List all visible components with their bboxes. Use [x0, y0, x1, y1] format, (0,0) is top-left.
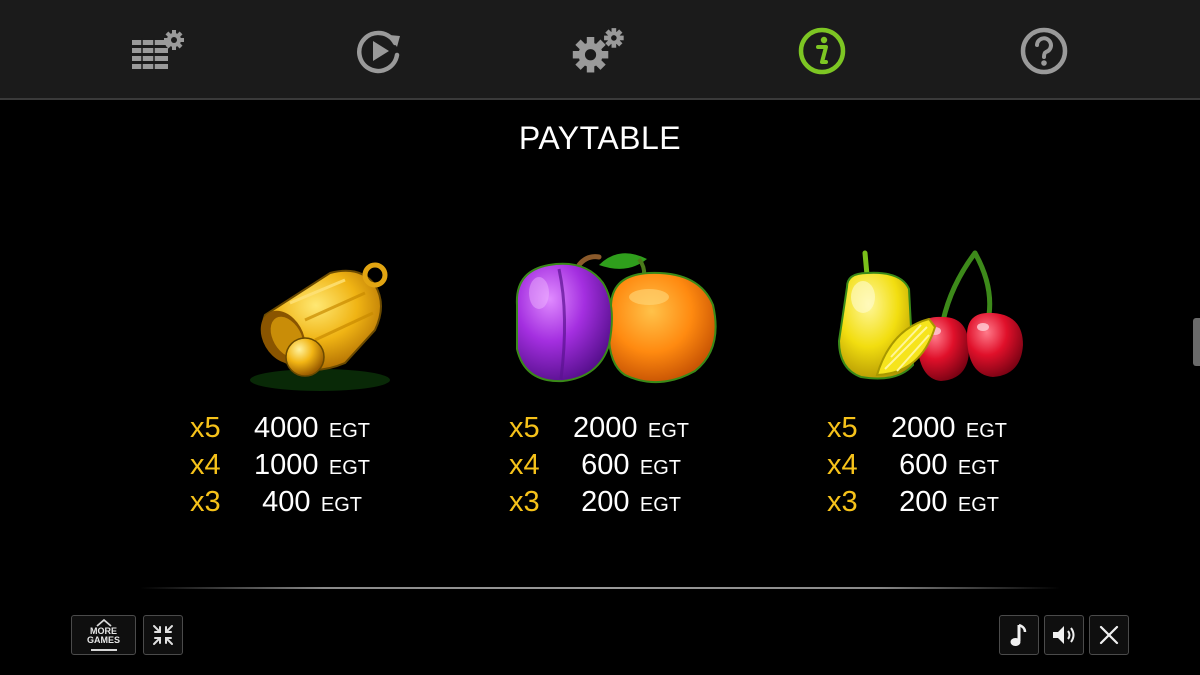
payout-list: x5 2000 EGT x4 600 EGT x3 200 EGT	[827, 410, 1087, 521]
currency-label: EGT	[639, 457, 682, 479]
payout-row: x3 400 EGT	[190, 484, 450, 521]
bet-settings-icon	[132, 30, 184, 70]
payout-row: x3 200 EGT	[509, 484, 769, 521]
payout-amount: 4000	[253, 412, 319, 444]
more-games-button[interactable]: MORE GAMES	[71, 615, 136, 655]
multiplier: x4	[190, 449, 221, 481]
bell-icon	[250, 262, 390, 391]
symbol-image	[484, 245, 744, 395]
payout-row: x5 4000 EGT	[190, 410, 450, 447]
multiplier: x3	[190, 486, 221, 518]
bet-settings-button[interactable]	[130, 24, 186, 78]
payout-row: x4 1000 EGT	[190, 447, 450, 484]
settings-button[interactable]	[570, 24, 626, 78]
payout-row: x3 200 EGT	[827, 484, 1087, 521]
payout-amount: 200	[581, 486, 630, 518]
paytable-entry-plum-orange: x5 2000 EGT x4 600 EGT x3 200 EGT	[509, 245, 769, 535]
sound-icon	[1053, 626, 1075, 644]
top-nav-bar	[0, 0, 1200, 100]
multiplier: x4	[509, 449, 540, 481]
currency-label: EGT	[639, 494, 682, 516]
symbol-image	[190, 245, 450, 395]
currency-label: EGT	[957, 494, 1000, 516]
plum-orange-icon	[515, 253, 717, 384]
multiplier: x5	[509, 412, 540, 444]
payout-row: x5 2000 EGT	[827, 410, 1087, 447]
payout-list: x5 2000 EGT x4 600 EGT x3 200 EGT	[509, 410, 769, 521]
payout-amount: 600	[899, 449, 948, 481]
payout-amount: 2000	[890, 412, 956, 444]
payout-row: x4 600 EGT	[827, 447, 1087, 484]
help-button[interactable]	[1016, 24, 1072, 78]
close-button[interactable]	[1089, 615, 1129, 655]
payout-amount: 2000	[572, 412, 638, 444]
page-title: PAYTABLE	[518, 120, 682, 156]
currency-label: EGT	[647, 420, 690, 442]
payout-row: x4 600 EGT	[509, 447, 769, 484]
multiplier: x5	[827, 412, 858, 444]
info-icon	[798, 27, 846, 75]
paytable-entry-bell: x5 4000 EGT x4 1000 EGT x3 400 EGT	[190, 245, 450, 535]
paytable-entry-lemon-cherry: x5 2000 EGT x4 600 EGT x3 200 EGT	[827, 245, 1087, 535]
payout-amount: 600	[581, 449, 630, 481]
autoplay-button[interactable]	[351, 24, 407, 78]
paytable-screen: PAYTABLE x5 4000 EGT x4 1000 EGT x3 400 …	[0, 0, 1200, 675]
close-icon	[1099, 625, 1119, 645]
more-games-icon: MORE GAMES	[74, 617, 134, 653]
help-icon	[1020, 27, 1068, 75]
scroll-indicator[interactable]	[1193, 318, 1200, 366]
multiplier: x4	[827, 449, 858, 481]
footer-divider	[140, 587, 1060, 589]
currency-label: EGT	[965, 420, 1008, 442]
sound-toggle-button[interactable]	[1044, 615, 1084, 655]
currency-label: EGT	[328, 420, 371, 442]
payout-row: x5 2000 EGT	[509, 410, 769, 447]
payout-amount: 1000	[253, 449, 319, 481]
payout-amount: 200	[899, 486, 948, 518]
lemon-cherry-icon	[837, 250, 1023, 381]
payout-list: x5 4000 EGT x4 1000 EGT x3 400 EGT	[190, 410, 450, 521]
music-toggle-button[interactable]	[999, 615, 1039, 655]
more-games-label: MORE GAMES	[86, 626, 120, 645]
exit-fullscreen-icon	[153, 625, 173, 645]
currency-label: EGT	[320, 494, 363, 516]
info-button[interactable]	[794, 24, 850, 78]
payout-amount: 400	[262, 486, 311, 518]
multiplier: x3	[509, 486, 540, 518]
currency-label: EGT	[328, 457, 371, 479]
music-icon	[1010, 623, 1027, 646]
multiplier: x3	[827, 486, 858, 518]
multiplier: x5	[190, 412, 221, 444]
autoplay-icon	[357, 30, 400, 74]
symbol-image	[802, 245, 1062, 395]
exit-fullscreen-button[interactable]	[143, 615, 183, 655]
settings-gears-icon	[572, 28, 624, 73]
currency-label: EGT	[957, 457, 1000, 479]
